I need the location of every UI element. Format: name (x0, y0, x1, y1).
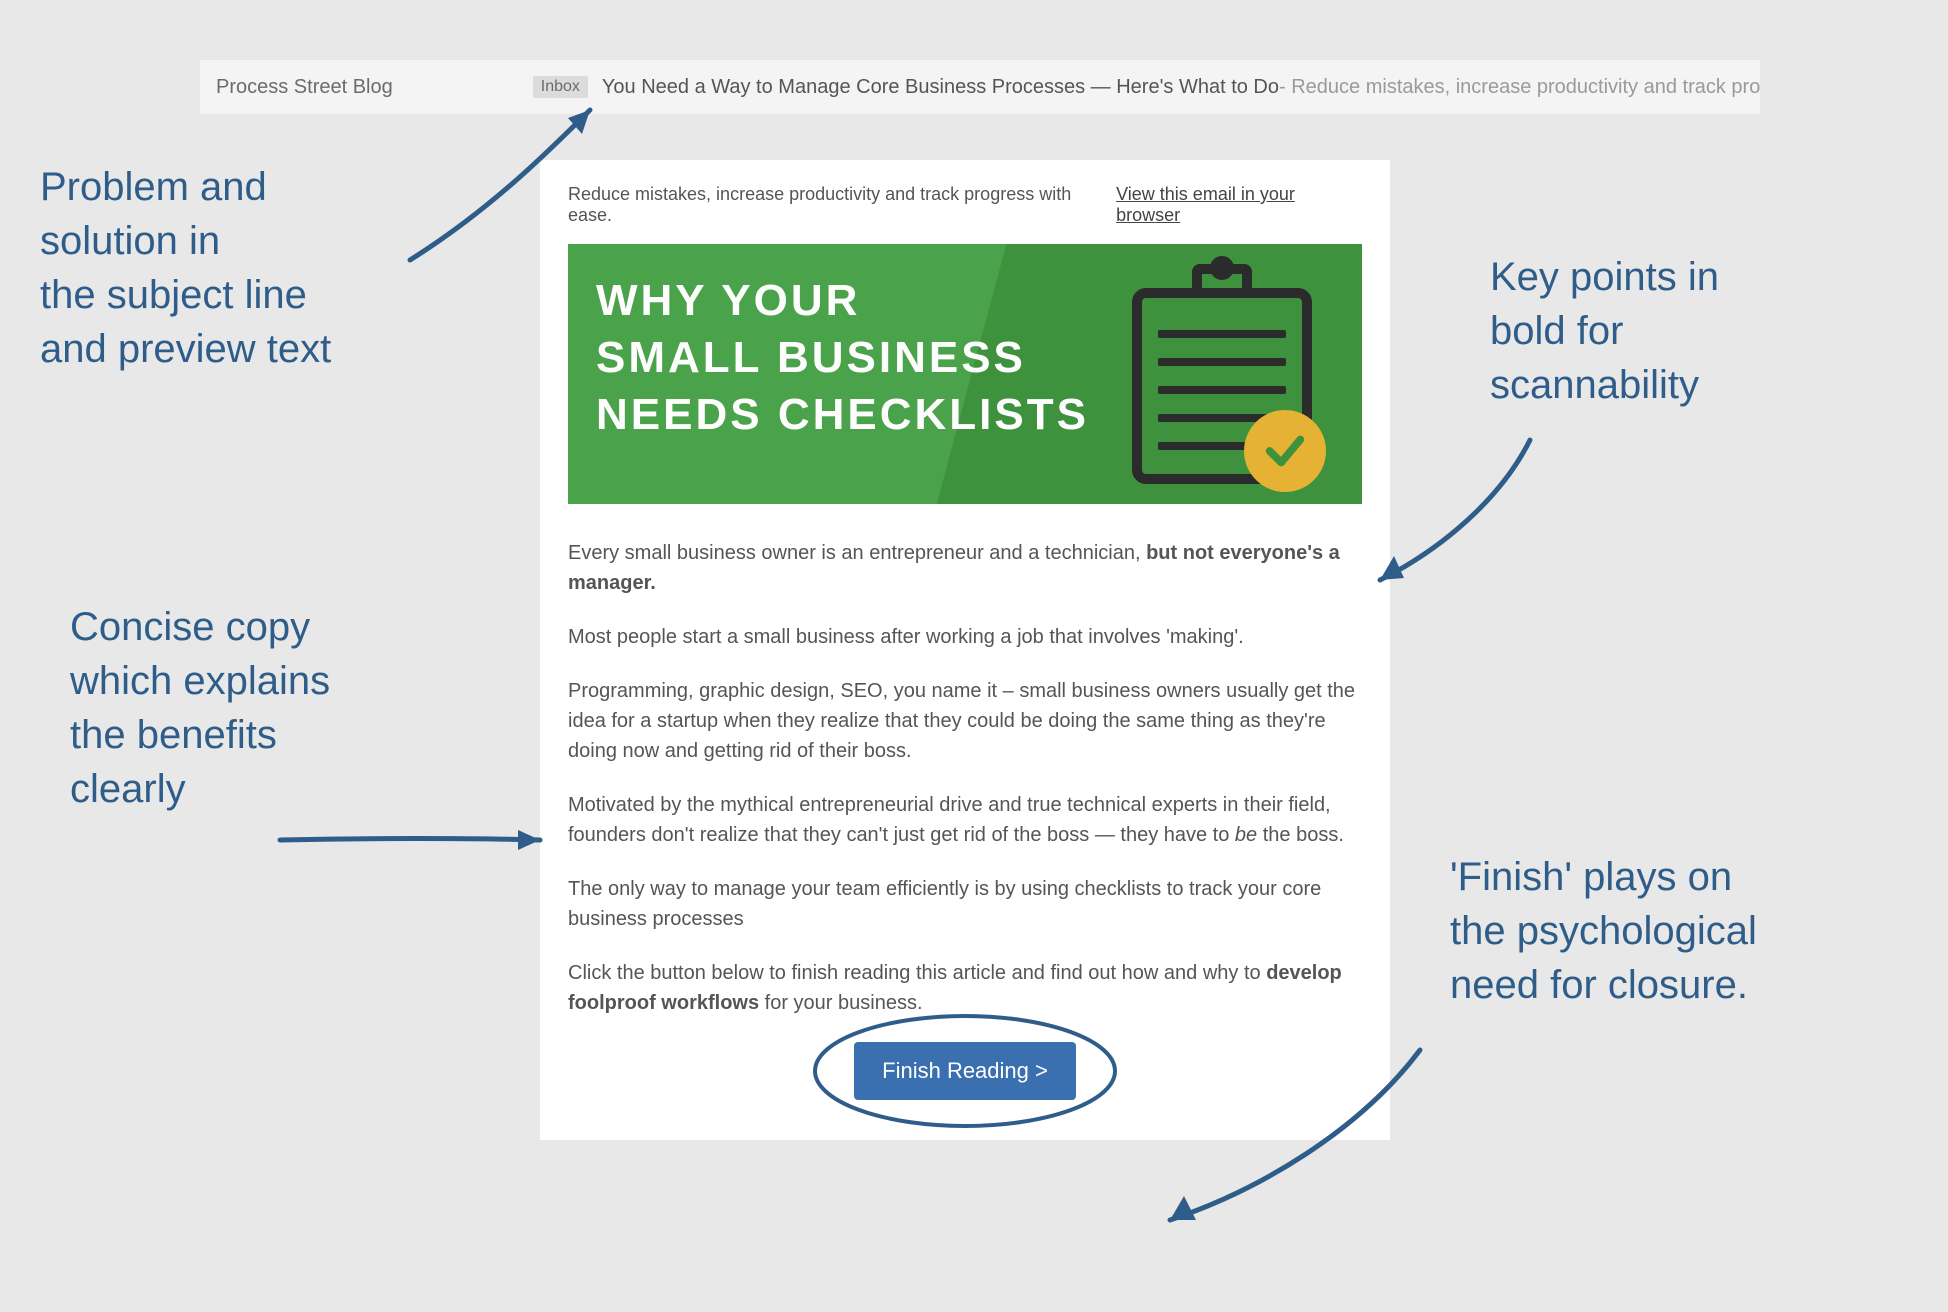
email-copy: Every small business owner is an entrepr… (568, 538, 1362, 1018)
arrow-mid-left-icon (270, 800, 560, 880)
annotation-mid-left: Concise copy which explains the benefits… (70, 600, 330, 816)
paragraph-3: Programming, graphic design, SEO, you na… (568, 676, 1362, 766)
email-preheader-row: Reduce mistakes, increase productivity a… (568, 184, 1362, 226)
annotation-top-right: Key points in bold for scannability (1490, 250, 1719, 412)
hero-headline: WHY YOUR SMALL BUSINESS NEEDS CHECKLISTS (596, 272, 1089, 444)
sender-name: Process Street Blog (216, 76, 393, 99)
paragraph-4: Motivated by the mythical entrepreneuria… (568, 790, 1362, 850)
paragraph-5: The only way to manage your team efficie… (568, 874, 1362, 934)
preheader-text: Reduce mistakes, increase productivity a… (568, 184, 1116, 226)
view-in-browser-link[interactable]: View this email in your browser (1116, 184, 1362, 226)
arrow-bot-right-icon (1140, 1040, 1440, 1240)
finish-reading-button[interactable]: Finish Reading > (854, 1042, 1076, 1100)
email-body-panel: Reduce mistakes, increase productivity a… (540, 160, 1390, 1140)
hero-line-2: SMALL BUSINESS (596, 329, 1089, 386)
arrow-top-right-icon (1360, 430, 1560, 600)
paragraph-1: Every small business owner is an entrepr… (568, 538, 1362, 598)
clipboard-icon (1132, 264, 1312, 484)
annotation-bot-right: 'Finish' plays on the psychological need… (1450, 850, 1757, 1012)
checkmark-badge-icon (1244, 410, 1326, 492)
annotation-top-left: Problem and solution in the subject line… (40, 160, 331, 376)
hero-banner: WHY YOUR SMALL BUSINESS NEEDS CHECKLISTS (568, 244, 1362, 504)
hero-line-1: WHY YOUR (596, 272, 1089, 329)
hero-line-3: NEEDS CHECKLISTS (596, 386, 1089, 443)
arrow-top-left-icon (370, 90, 630, 290)
subject-line: You Need a Way to Manage Core Business P… (602, 76, 1279, 99)
subject-preview: - Reduce mistakes, increase productivity… (1279, 76, 1760, 99)
paragraph-2: Most people start a small business after… (568, 622, 1362, 652)
